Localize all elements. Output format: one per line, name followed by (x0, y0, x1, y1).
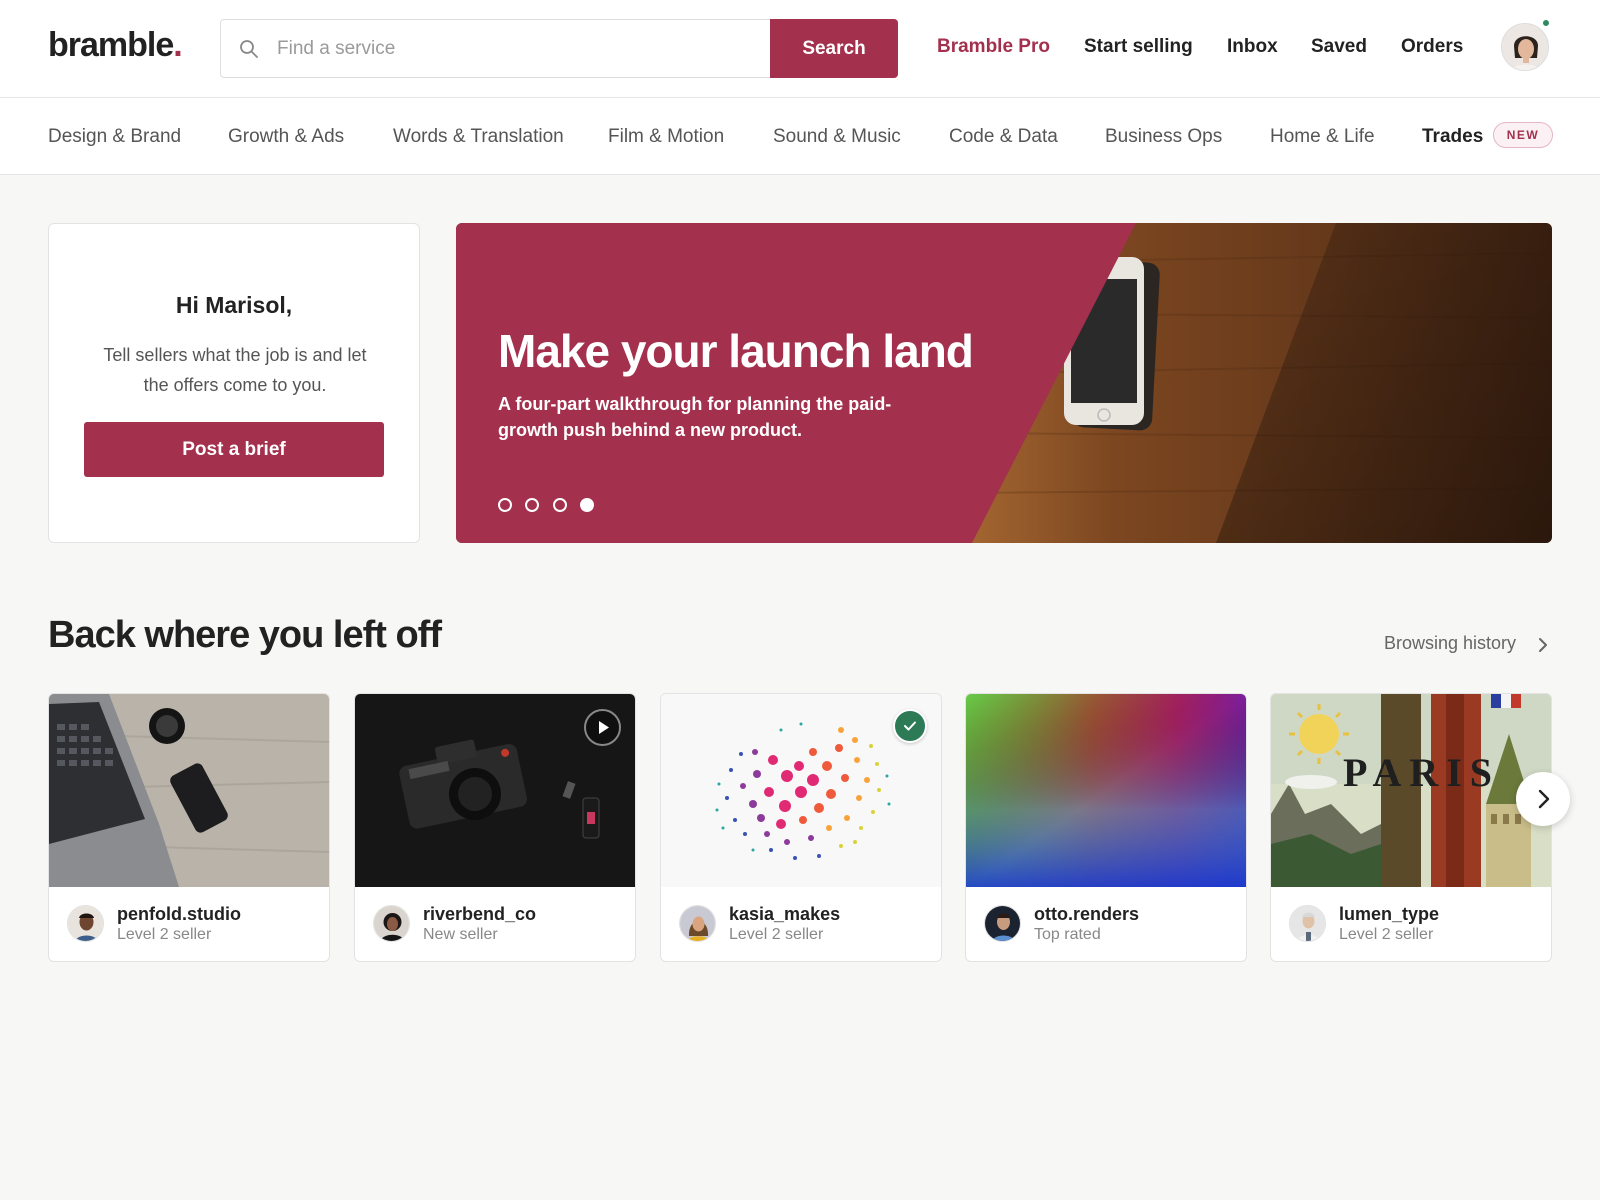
seller-photo (1290, 906, 1325, 941)
verified-badge (893, 709, 927, 743)
category-trades[interactable]: Trades (1422, 126, 1483, 148)
carousel-dot-3[interactable] (553, 498, 567, 512)
category-code-data[interactable]: Code & Data (949, 126, 1058, 148)
service-card[interactable]: otto.renders Top rated (965, 693, 1247, 962)
new-badge: NEW (1493, 122, 1553, 148)
carousel-next-button[interactable] (1516, 772, 1570, 826)
seller-photo (680, 906, 715, 941)
seller-name: lumen_type (1339, 904, 1440, 924)
browsing-history-link[interactable]: Browsing history (1384, 633, 1516, 654)
logo[interactable]: bramble. (48, 26, 183, 65)
seller-name: riverbend_co (423, 904, 537, 924)
user-menu[interactable] (1501, 18, 1551, 71)
search-box: Search (220, 19, 898, 78)
seller-avatar (984, 905, 1021, 942)
welcome-title: Hi Marisol, (175, 292, 293, 318)
post-brief-button[interactable]: Post a brief (84, 422, 384, 477)
poster-title: PARIS (1343, 750, 1500, 795)
logo-dot: . (173, 26, 183, 64)
search-icon (240, 40, 258, 58)
search-button[interactable]: Search (770, 19, 898, 78)
nav-saved[interactable]: Saved (1311, 36, 1367, 58)
logo-text: bramble (48, 26, 174, 64)
nav-start-selling[interactable]: Start selling (1084, 36, 1193, 58)
carousel-dot-2[interactable] (525, 498, 539, 512)
category-bar: Design & Brand Growth & Ads Words & Tran… (0, 98, 1600, 175)
category-film-motion[interactable]: Film & Motion (608, 126, 724, 148)
card-thumbnail (966, 694, 1246, 887)
hero-subtitle: A four-part walkthrough for planning the… (498, 394, 892, 440)
category-sound-music[interactable]: Sound & Music (773, 126, 901, 148)
carousel-dot-1[interactable] (498, 498, 512, 512)
seller-photo (68, 906, 103, 941)
service-card[interactable]: PARIS lumen_type Level 2 seller (1270, 693, 1552, 962)
nav-orders[interactable]: Orders (1401, 36, 1463, 58)
nav-bramble-pro[interactable]: Bramble Pro (937, 36, 1050, 58)
seller-avatar (67, 905, 104, 942)
category-home-life[interactable]: Home & Life (1270, 126, 1375, 148)
seller-avatar (679, 905, 716, 942)
seller-level: Level 2 seller (117, 926, 212, 943)
card-thumbnail: PARIS (1271, 694, 1551, 887)
service-card[interactable]: riverbend_co New seller (354, 693, 636, 962)
play-button[interactable] (584, 709, 621, 746)
hero-background-image (456, 223, 1552, 543)
hero-banner[interactable]: Make your launch land A four-part walkth… (456, 223, 1552, 543)
seller-name: otto.renders (1034, 904, 1140, 924)
hero-title: Make your launch land (498, 325, 974, 377)
nav-inbox[interactable]: Inbox (1227, 36, 1278, 58)
service-card[interactable]: kasia_makes Level 2 seller (660, 693, 942, 962)
category-design-brand[interactable]: Design & Brand (48, 126, 181, 148)
gradient-image (966, 694, 1246, 887)
seller-name: penfold.studio (117, 904, 241, 924)
seller-photo (374, 906, 409, 941)
category-words-translation[interactable]: Words & Translation (393, 126, 564, 148)
laptop-desk-image (49, 694, 329, 887)
paris-poster-image: PARIS (1271, 694, 1551, 887)
seller-level: New seller (423, 926, 498, 943)
seller-avatar (1289, 905, 1326, 942)
check-icon (904, 721, 916, 731)
welcome-card: Hi Marisol, Tell sellers what the job is… (48, 223, 420, 543)
card-thumbnail (49, 694, 329, 887)
seller-photo (985, 906, 1020, 941)
chevron-right-icon[interactable] (1536, 636, 1550, 654)
service-card[interactable]: penfold.studio Level 2 seller (48, 693, 330, 962)
top-bar: bramble. Search Bramble Pro Start sellin… (0, 0, 1600, 98)
seller-avatar (373, 905, 410, 942)
online-status-dot (1541, 18, 1551, 28)
seller-level: Level 2 seller (729, 926, 824, 943)
search-input[interactable] (277, 20, 767, 77)
seller-level: Top rated (1034, 926, 1101, 943)
chevron-right-icon (1538, 789, 1550, 809)
seller-level: Level 2 seller (1339, 926, 1434, 943)
seller-name: kasia_makes (729, 904, 841, 924)
category-growth-ads[interactable]: Growth & Ads (228, 126, 344, 148)
play-icon (599, 721, 609, 734)
carousel-dot-4[interactable] (580, 498, 594, 512)
welcome-text: Tell sellers what the job is and let the… (103, 345, 367, 395)
avatar[interactable] (1501, 23, 1549, 71)
section-title: Back where you left off (48, 614, 442, 656)
category-business-ops[interactable]: Business Ops (1105, 126, 1222, 148)
user-avatar-image (1502, 24, 1548, 70)
